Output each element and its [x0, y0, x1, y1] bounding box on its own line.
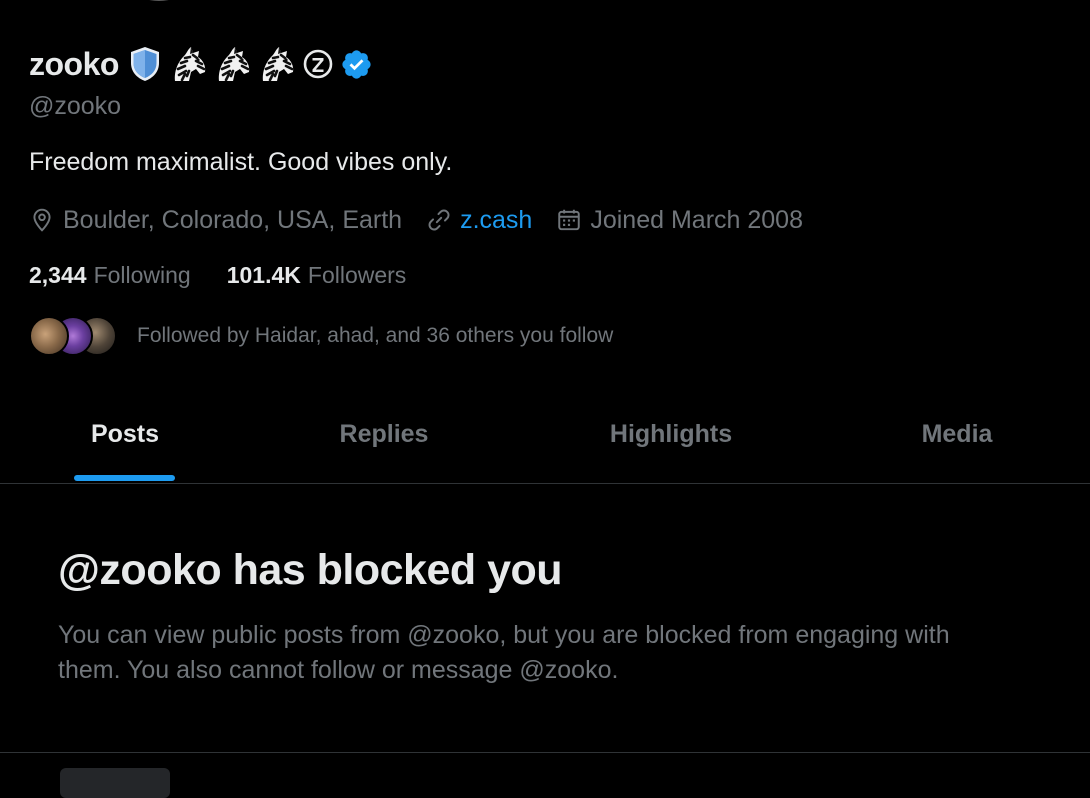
profile-meta-row: Boulder, Colorado, USA, Earth z.cash Joi…: [29, 203, 827, 237]
followed-by-avatars: [29, 314, 121, 358]
location-pin-icon: [29, 207, 55, 233]
active-tab-indicator: [74, 475, 175, 481]
followers-stat[interactable]: 101.4K Followers: [227, 262, 407, 289]
tab-media-label: Media: [921, 420, 993, 448]
followers-label: Followers: [307, 262, 407, 288]
zebra-icon: [257, 44, 297, 84]
joined-text: Joined March 2008: [590, 205, 803, 234]
link-icon: [426, 207, 452, 233]
blocked-title: @zooko has blocked you: [58, 546, 563, 594]
tab-posts[interactable]: Posts: [0, 400, 250, 483]
following-count: 2,344: [29, 262, 87, 288]
following-label: Following: [93, 262, 191, 288]
followed-by-text: Followed by Haidar, ahad, and 36 others …: [137, 324, 614, 347]
follower-avatar: [29, 316, 69, 356]
shield-icon: [125, 44, 165, 84]
next-post-header-placeholder: [60, 768, 170, 798]
profile-location: Boulder, Colorado, USA, Earth: [29, 206, 402, 235]
blocked-description: You can view public posts from @zooko, b…: [58, 621, 950, 684]
profile-bio: Freedom maximalist. Good vibes only.: [29, 148, 453, 176]
profile-display-name: zooko: [29, 45, 119, 82]
calendar-icon: [556, 207, 582, 233]
profile-website[interactable]: z.cash: [426, 206, 532, 235]
next-post-preview: [60, 768, 170, 798]
followers-count: 101.4K: [226, 262, 301, 288]
zebra-icon: [169, 44, 209, 84]
zcash-z-icon: [301, 44, 335, 84]
tab-replies-label: Replies: [339, 420, 429, 448]
profile-tabs: Posts Replies Highlights Media: [0, 400, 1090, 484]
section-divider: [0, 752, 1090, 753]
website-link[interactable]: z.cash: [460, 206, 532, 235]
followed-by-row[interactable]: Followed by Haidar, ahad, and 36 others …: [29, 314, 613, 358]
tab-highlights[interactable]: Highlights: [518, 400, 824, 483]
tab-posts-label: Posts: [90, 420, 160, 448]
verified-badge-icon[interactable]: [339, 44, 375, 84]
profile-handle: @zooko: [29, 92, 122, 120]
profile-stats: 2,344 Following 101.4K Followers: [29, 262, 442, 289]
profile-joined: Joined March 2008: [556, 206, 803, 235]
profile-name-row: zooko: [29, 40, 375, 88]
following-stat[interactable]: 2,344 Following: [29, 262, 191, 289]
tab-replies[interactable]: Replies: [250, 400, 518, 483]
tab-media[interactable]: Media: [824, 400, 1090, 483]
location-text: Boulder, Colorado, USA, Earth: [63, 205, 403, 234]
tab-highlights-label: Highlights: [609, 420, 733, 448]
zebra-icon: [213, 44, 253, 84]
profile-avatar[interactable]: [110, 0, 208, 4]
